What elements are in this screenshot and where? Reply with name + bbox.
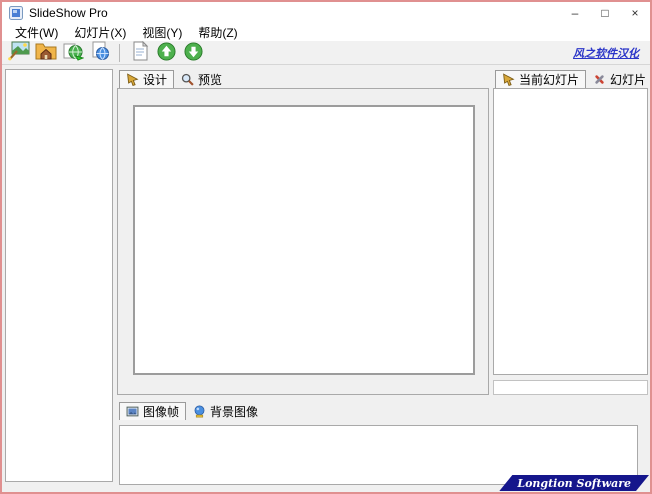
wizard-picture-icon xyxy=(7,41,30,64)
open-project-button[interactable] xyxy=(33,42,58,64)
move-down-button[interactable] xyxy=(181,41,206,64)
globe-share-icon xyxy=(62,41,85,64)
tab-current-slide-label: 当前幻灯片 xyxy=(519,73,580,87)
menu-bar: 文件(W) 幻灯片(X) 视图(Y) 帮助(Z) xyxy=(2,24,650,41)
minimize-icon: – xyxy=(571,6,579,20)
new-slideshow-wizard-button[interactable] xyxy=(6,41,31,64)
menu-view[interactable]: 视图(Y) xyxy=(134,24,190,41)
tab-image-frames[interactable]: 图像帧 xyxy=(119,402,187,420)
tab-design[interactable]: 设计 xyxy=(119,70,175,88)
tools-icon xyxy=(593,73,606,86)
title-bar: SlideShow Pro – □ × xyxy=(2,2,650,24)
center-column: 设计 预览 当前幻灯片 幻灯片 图像帧 背景图像 xyxy=(117,69,648,492)
design-panel: 设计 预览 xyxy=(117,69,489,395)
menu-slideshow[interactable]: 幻灯片(X) xyxy=(66,24,134,41)
minimize-button[interactable]: – xyxy=(560,2,590,24)
folder-home-icon xyxy=(35,41,57,64)
toolbar-separator xyxy=(119,43,120,62)
tab-slides-label: 幻灯片 xyxy=(610,73,647,87)
up-arrow-icon xyxy=(157,41,176,64)
top-row: 设计 预览 当前幻灯片 幻灯片 xyxy=(117,69,648,395)
down-arrow-icon xyxy=(184,41,203,64)
tab-image-frames-label: 图像帧 xyxy=(143,405,180,419)
main-area: 设计 预览 当前幻灯片 幻灯片 图像帧 背景图像 xyxy=(2,65,650,492)
app-window: SlideShow Pro – □ × 文件(W) 幻灯片(X) 视图(Y) 帮… xyxy=(0,0,652,494)
move-up-button[interactable] xyxy=(154,41,179,64)
picture-frame-icon xyxy=(126,405,139,418)
window-title: SlideShow Pro xyxy=(29,6,108,20)
brand-label: Longtion Software xyxy=(517,476,631,490)
maximize-icon: □ xyxy=(601,6,609,20)
menu-help[interactable]: 帮助(Z) xyxy=(190,24,245,41)
slide-design-canvas[interactable] xyxy=(133,105,475,375)
app-icon xyxy=(9,6,23,20)
pointer-icon xyxy=(502,73,515,86)
window-controls: – □ × xyxy=(560,2,650,24)
slides-tree-panel[interactable] xyxy=(5,69,113,482)
slides-tabbar: 当前幻灯片 幻灯片 xyxy=(493,69,648,88)
tab-slides[interactable]: 幻灯片 xyxy=(586,70,650,88)
tab-background-image[interactable]: 背景图像 xyxy=(186,402,265,420)
close-icon: × xyxy=(631,6,639,20)
current-slide-list[interactable] xyxy=(493,88,648,375)
localization-credit-link[interactable]: 风之软件汉化 xyxy=(573,45,639,61)
tab-preview[interactable]: 预览 xyxy=(174,70,229,88)
design-tab-content xyxy=(117,88,489,395)
tab-current-slide[interactable]: 当前幻灯片 xyxy=(495,70,587,88)
globe-document-icon xyxy=(89,41,111,64)
magnifier-icon xyxy=(181,73,194,86)
preview-in-browser-button[interactable] xyxy=(87,41,112,64)
maximize-button[interactable]: □ xyxy=(590,2,620,24)
tab-background-image-label: 背景图像 xyxy=(210,405,259,419)
slideshow-properties-button[interactable] xyxy=(127,40,152,64)
document-icon xyxy=(131,40,149,64)
slide-list-footer-strip xyxy=(493,380,648,395)
frames-tabbar: 图像帧 背景图像 xyxy=(117,401,648,420)
slides-side-panel: 当前幻灯片 幻灯片 xyxy=(493,69,648,395)
tab-design-label: 设计 xyxy=(143,73,168,87)
publish-slideshow-button[interactable] xyxy=(60,42,85,64)
menu-file[interactable]: 文件(W) xyxy=(7,24,66,41)
close-button[interactable]: × xyxy=(620,2,650,24)
toolbar: 风之软件汉化 xyxy=(2,40,650,65)
pointer-icon xyxy=(126,73,139,86)
design-tabbar: 设计 预览 xyxy=(117,69,489,88)
background-sphere-icon xyxy=(193,405,206,418)
tab-preview-label: 预览 xyxy=(198,73,223,87)
brand-badge[interactable]: Longtion Software xyxy=(499,475,649,491)
